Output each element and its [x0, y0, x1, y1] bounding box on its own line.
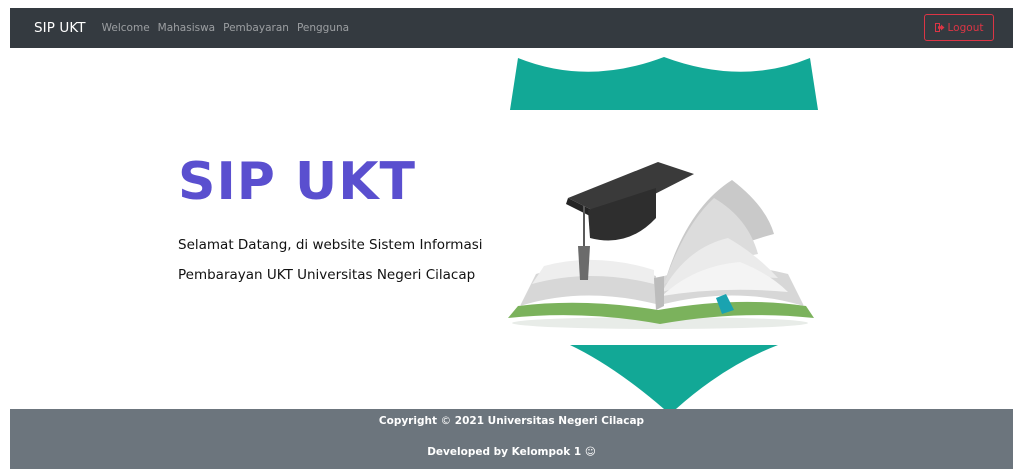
- logout-label: Logout: [947, 21, 984, 34]
- logout-button[interactable]: Logout: [924, 14, 994, 41]
- hero-line-2: Pembarayan UKT Universitas Negeri Cilaca…: [178, 267, 476, 283]
- footer-developed: Developed by Kelompok 1 ☺: [10, 446, 1013, 458]
- developed-text: Developed by Kelompok 1: [427, 446, 582, 458]
- nav-link-pembayaran[interactable]: Pembayaran: [223, 22, 289, 34]
- navbar: SIP UKT Welcome Mahasiswa Pembayaran Pen…: [10, 8, 1013, 48]
- nav-link-welcome[interactable]: Welcome: [102, 22, 150, 34]
- nav-link-mahasiswa[interactable]: Mahasiswa: [158, 22, 215, 34]
- copyright-icon: ©: [440, 415, 452, 427]
- nav-link-pengguna[interactable]: Pengguna: [297, 22, 349, 34]
- graduation-cap-tassel: [578, 246, 590, 280]
- hero-line-1: Selamat Datang, di website Sistem Inform…: [178, 237, 483, 253]
- hero-title: SIP UKT: [178, 152, 417, 212]
- logout-icon: [934, 23, 945, 32]
- copyright-prefix: Copyright: [378, 415, 437, 427]
- hero-section: SIP UKT Selamat Datang, di website Siste…: [10, 48, 1013, 409]
- copyright-text: 2021 Universitas Negeri Cilacap: [454, 415, 645, 427]
- footer: Copyright © 2021 Universitas Negeri Cila…: [10, 409, 1013, 469]
- education-illustration: [488, 48, 840, 409]
- smiley-icon: ☺: [584, 446, 596, 458]
- app-frame: SIP UKT Welcome Mahasiswa Pembayaran Pen…: [10, 8, 1013, 469]
- hero-welcome-text: Selamat Datang, di website Sistem Inform…: [178, 230, 508, 290]
- footer-copyright: Copyright © 2021 Universitas Negeri Cila…: [10, 415, 1013, 427]
- navbar-brand[interactable]: SIP UKT: [34, 20, 86, 36]
